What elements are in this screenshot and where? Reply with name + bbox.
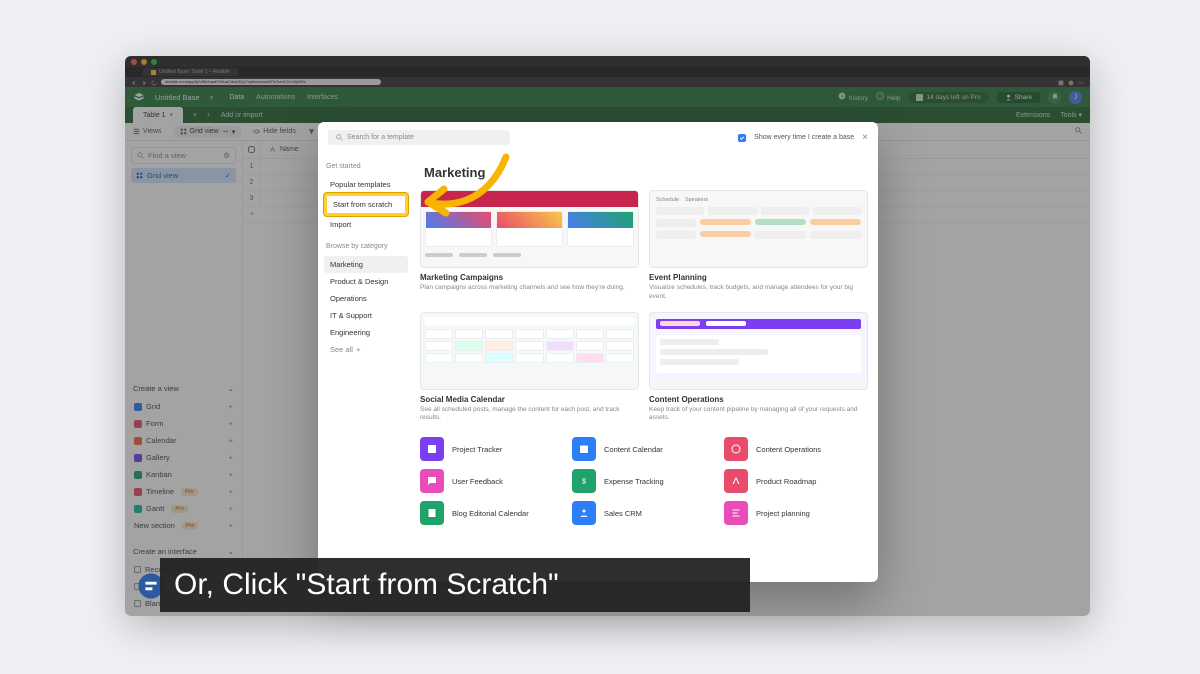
cat-marketing[interactable]: Marketing [324, 256, 408, 273]
template-mini-project-planning[interactable]: Project planning [724, 501, 868, 525]
template-mini-blog-editorial[interactable]: Blog Editorial Calendar [420, 501, 564, 525]
template-mini-project-tracker[interactable]: Project Tracker [420, 437, 564, 461]
template-mini-content-operations[interactable]: Content Operations [724, 437, 868, 461]
close-icon[interactable]: × [862, 132, 868, 143]
cat-operations[interactable]: Operations [324, 290, 408, 307]
import-item[interactable]: Import [324, 216, 408, 233]
caption-text: Or, Click "Start from Scratch" [174, 568, 559, 602]
template-search-input[interactable]: Search for a template [328, 130, 510, 145]
browse-header: Browse by category [326, 243, 406, 250]
template-card-marketing-campaigns[interactable]: Marketing Campaigns Plan campaigns acros… [420, 190, 639, 302]
tutorial-caption: Or, Click "Start from Scratch" [160, 558, 750, 612]
template-mini-content-calendar[interactable]: Content Calendar [572, 437, 716, 461]
template-gallery: Marketing Marketing Campaigns Plan campa… [414, 153, 878, 582]
template-card-social-media-calendar[interactable]: Social Media Calendar See all scheduled … [420, 312, 639, 424]
get-started-header: Get started [326, 163, 406, 170]
template-card-event-planning[interactable]: ScheduleSpeakers Event Planning Visualiz… [649, 190, 868, 302]
template-modal: Search for a template Show every time I … [318, 122, 878, 582]
start-from-scratch-item[interactable]: Start from scratch [324, 193, 408, 216]
template-mini-expense-tracking[interactable]: $Expense Tracking [572, 469, 716, 493]
template-mini-sales-crm[interactable]: Sales CRM [572, 501, 716, 525]
template-mini-product-roadmap[interactable]: Product Roadmap [724, 469, 868, 493]
popular-templates-item[interactable]: Popular templates [324, 176, 408, 193]
cat-it-support[interactable]: IT & Support [324, 307, 408, 324]
template-card-content-operations[interactable]: Content Operations Keep track of your co… [649, 312, 868, 424]
template-sidebar: Get started Popular templates Start from… [318, 153, 414, 582]
cat-product-design[interactable]: Product & Design [324, 273, 408, 290]
show-every-time-checkbox[interactable] [738, 134, 746, 142]
show-every-time-label: Show every time I create a base [754, 134, 854, 141]
template-mini-user-feedback[interactable]: User Feedback [420, 469, 564, 493]
see-all-link[interactable]: See all + [324, 341, 408, 358]
cat-engineering[interactable]: Engineering [324, 324, 408, 341]
svg-text:$: $ [582, 479, 586, 486]
gallery-title: Marketing [424, 165, 868, 180]
